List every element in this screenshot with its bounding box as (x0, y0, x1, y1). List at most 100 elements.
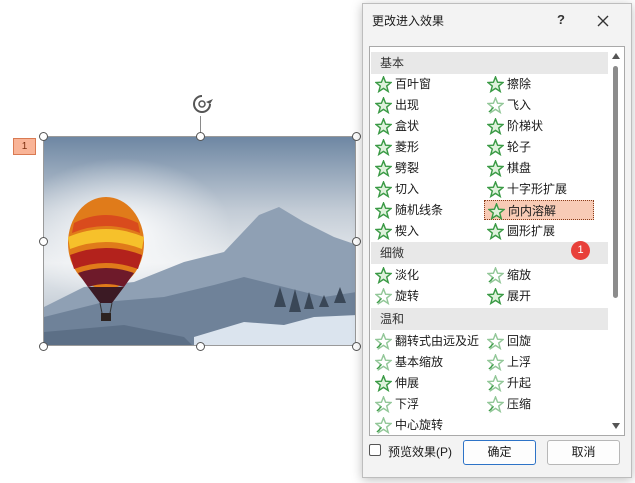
effect-item[interactable]: 压缩 (484, 394, 602, 414)
effect-item[interactable]: 阶梯状 (484, 116, 602, 136)
resize-handle-top[interactable] (196, 132, 205, 141)
effect-label: 中心旋转 (395, 418, 444, 432)
star-icon (488, 203, 505, 220)
scroll-down-icon[interactable] (612, 422, 620, 430)
effect-item[interactable]: 缩放 (484, 265, 602, 285)
effect-label: 基本缩放 (395, 355, 444, 369)
effect-label: 棋盘 (507, 161, 532, 175)
star-icon (375, 139, 392, 156)
resize-handle-top-left[interactable] (39, 132, 48, 141)
effect-item[interactable]: 百叶窗 (372, 74, 490, 94)
effect-item[interactable]: 旋转 (372, 286, 490, 306)
effect-item-selected[interactable]: 向内溶解 (484, 200, 594, 220)
star-icon (375, 202, 392, 219)
resize-handle-right[interactable] (352, 237, 361, 246)
slide-canvas: 1 (0, 0, 361, 483)
group-header-basic: 基本 (371, 52, 609, 74)
effect-label: 出现 (395, 98, 420, 112)
effect-item[interactable]: 基本缩放 (372, 352, 490, 372)
effect-item[interactable]: 出现 (372, 95, 490, 115)
ok-button[interactable]: 确定 (463, 440, 536, 465)
scroll-up-icon[interactable] (612, 52, 620, 60)
effect-item[interactable]: 上浮 (484, 352, 602, 372)
effect-label: 劈裂 (395, 161, 420, 175)
star-icon (487, 160, 504, 177)
effect-label: 伸展 (395, 376, 420, 390)
effect-label: 飞入 (507, 98, 532, 112)
star-icon (375, 181, 392, 198)
effect-item[interactable]: 展开 (484, 286, 602, 306)
effect-label: 十字形扩展 (507, 182, 568, 196)
scrollbar[interactable] (608, 48, 624, 434)
effect-item[interactable]: 棋盘 (484, 158, 602, 178)
effect-label: 随机线条 (395, 203, 444, 217)
effect-item[interactable]: 下浮 (372, 394, 490, 414)
star-icon (375, 223, 392, 240)
effect-label: 缩放 (507, 268, 532, 282)
effect-label: 淡化 (395, 268, 420, 282)
effect-item[interactable]: 切入 (372, 179, 490, 199)
star-icon (375, 417, 392, 434)
effect-item[interactable]: 中心旋转 (372, 415, 490, 435)
dialog-title: 更改进入效果 (372, 14, 445, 28)
effect-label: 升起 (507, 376, 532, 390)
effect-item[interactable]: 十字形扩展 (484, 179, 602, 199)
star-icon (487, 396, 504, 413)
cancel-button[interactable]: 取消 (547, 440, 620, 465)
star-icon (375, 375, 392, 392)
star-icon (487, 118, 504, 135)
effect-item[interactable]: 翻转式由远及近 (372, 331, 490, 351)
effect-item[interactable]: 伸展 (372, 373, 490, 393)
effect-label: 压缩 (507, 397, 532, 411)
effect-label: 向内溶解 (508, 204, 557, 218)
effect-item[interactable]: 菱形 (372, 137, 490, 157)
balloon-image (44, 137, 355, 345)
balloon-photo[interactable] (43, 136, 356, 346)
star-icon (487, 354, 504, 371)
effect-label: 菱形 (395, 140, 420, 154)
effect-item[interactable]: 轮子 (484, 137, 602, 157)
close-icon[interactable] (591, 10, 615, 32)
effect-item[interactable]: 盒状 (372, 116, 490, 136)
preview-checkbox[interactable] (369, 444, 381, 456)
star-icon (375, 333, 392, 350)
effect-item[interactable]: 回旋 (484, 331, 602, 351)
dialog-titlebar: 更改进入效果 ? (363, 4, 631, 36)
star-icon (375, 288, 392, 305)
effect-label: 上浮 (507, 355, 532, 369)
effect-list[interactable]: 基本百叶窗 擦除出现 飞入盒状 阶梯状菱形 轮子劈裂 棋盘切入 十字形扩展随机线条 向内溶解楔… (369, 46, 625, 436)
effect-item[interactable]: 飞入 (484, 95, 602, 115)
effect-label: 楔入 (395, 224, 420, 238)
effect-item[interactable]: 随机线条 (372, 200, 490, 220)
star-icon (375, 76, 392, 93)
resize-handle-bottom-left[interactable] (39, 342, 48, 351)
effect-label: 轮子 (507, 140, 532, 154)
rotate-icon[interactable] (190, 92, 214, 116)
help-button[interactable]: ? (551, 10, 571, 30)
step-badge: 1 (571, 241, 590, 260)
resize-handle-bottom[interactable] (196, 342, 205, 351)
resize-handle-top-right[interactable] (352, 132, 361, 141)
effect-label: 百叶窗 (395, 77, 432, 91)
star-icon (487, 139, 504, 156)
effect-label: 阶梯状 (507, 119, 544, 133)
star-icon (487, 76, 504, 93)
star-icon (487, 333, 504, 350)
resize-handle-left[interactable] (39, 237, 48, 246)
effect-item[interactable]: 擦除 (484, 74, 602, 94)
scroll-thumb[interactable] (613, 66, 618, 298)
change-entrance-effect-dialog: 更改进入效果 ? 基本百叶窗 擦除出现 飞入盒状 阶梯状菱形 轮子劈裂 棋盘切入 十字形扩展… (362, 3, 632, 478)
effect-item[interactable]: 劈裂 (372, 158, 490, 178)
effect-label: 回旋 (507, 334, 532, 348)
effect-label: 翻转式由远及近 (395, 334, 480, 348)
star-icon (375, 354, 392, 371)
effect-item[interactable]: 楔入 (372, 221, 490, 241)
star-icon (487, 97, 504, 114)
star-icon (375, 118, 392, 135)
star-icon (487, 267, 504, 284)
resize-handle-bottom-right[interactable] (352, 342, 361, 351)
effect-item[interactable]: 圆形扩展 (484, 221, 602, 241)
effect-item[interactable]: 升起 (484, 373, 602, 393)
animation-order-tag[interactable]: 1 (13, 138, 36, 155)
effect-item[interactable]: 淡化 (372, 265, 490, 285)
